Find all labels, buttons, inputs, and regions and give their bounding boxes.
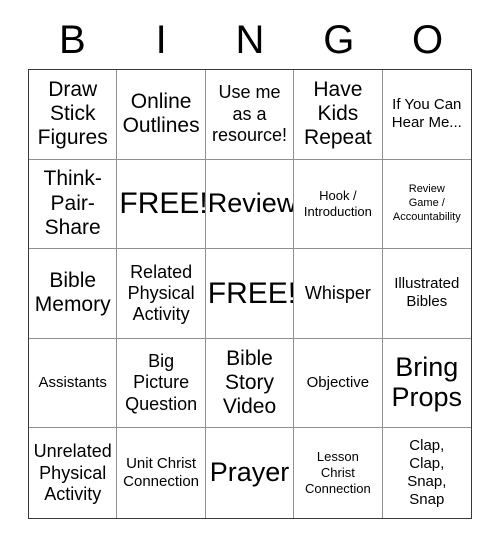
bingo-cell-r5c2[interactable]: Unit Christ Connection <box>117 428 206 518</box>
bingo-grid: Draw Stick Figures Online Outlines Use me … <box>28 69 472 519</box>
bingo-cell-r4c4[interactable]: Objective <box>294 338 383 429</box>
bingo-cell-label: Use me as a resource! <box>211 82 288 145</box>
bingo-cell-label: Review Game / Accountability <box>392 183 461 223</box>
bingo-cell-r5c3[interactable]: Prayer <box>205 428 295 518</box>
bingo-cell-r2c4[interactable]: Hook / Introduction <box>294 159 383 250</box>
bingo-cell-label: Review <box>207 188 295 219</box>
bingo-header: B I N G O <box>28 14 472 66</box>
bingo-cell-r3c5[interactable]: Illustrated Bibles <box>382 249 471 339</box>
bingo-cell-r1c1[interactable]: Draw Stick Figures <box>29 70 118 160</box>
bingo-cell-r5c5[interactable]: Clap, Clap, Snap, Snap <box>382 428 471 518</box>
bingo-header-letter-g: G <box>323 18 355 62</box>
bingo-cell-label: Bible Memory <box>34 269 111 317</box>
bingo-cell-r2c3[interactable]: Review <box>205 159 295 250</box>
bingo-cell-r4c2[interactable]: Big Picture Question <box>117 338 206 429</box>
bingo-cell-label: Bring Props <box>391 352 463 413</box>
bingo-cell-r2c2[interactable]: FREE! <box>117 159 206 250</box>
bingo-cell-label: Assistants <box>38 374 107 392</box>
bingo-cell-label: Online Outlines <box>122 89 200 138</box>
bingo-cell-r1c3[interactable]: Use me as a resource! <box>205 70 295 160</box>
bingo-cell-r2c5[interactable]: Review Game / Accountability <box>382 159 471 250</box>
bingo-cell-label: Big Picture Question <box>125 351 198 414</box>
bingo-cell-label: Think- Pair- Share <box>43 167 102 240</box>
bingo-cell-label: Objective <box>306 374 370 392</box>
bingo-cell-label: Related Physical Activity <box>127 261 195 325</box>
bingo-cell-label: Hook / Introduction <box>303 188 372 219</box>
bingo-cell-label: Illustrated Bibles <box>394 275 460 311</box>
bingo-cell-label: Draw Stick Figures <box>37 77 108 150</box>
bingo-cell-r3c2[interactable]: Related Physical Activity <box>117 249 206 339</box>
bingo-cell-r1c5[interactable]: If You Can Hear Me... <box>382 70 471 160</box>
bingo-cell-label: Unrelated Physical Activity <box>33 441 112 504</box>
bingo-cell-r5c4[interactable]: Lesson Christ Connection <box>294 428 383 518</box>
bingo-cell-r4c1[interactable]: Assistants <box>29 338 118 429</box>
bingo-header-letter-n: N <box>235 18 265 62</box>
bingo-cell-label: Clap, Clap, Snap, Snap <box>407 437 447 509</box>
bingo-cell-label: Unit Christ Connection <box>123 455 200 491</box>
bingo-cell-label: Have Kids Repeat <box>304 77 372 150</box>
bingo-cell-r5c1[interactable]: Unrelated Physical Activity <box>29 428 118 518</box>
bingo-cell-r3c3[interactable]: FREE! <box>205 249 295 339</box>
bingo-cell-r4c3[interactable]: Bible Story Video <box>205 338 295 429</box>
bingo-cell-r3c1[interactable]: Bible Memory <box>29 249 118 339</box>
bingo-cell-r2c1[interactable]: Think- Pair- Share <box>29 159 118 250</box>
bingo-cell-r1c4[interactable]: Have Kids Repeat <box>294 70 383 160</box>
bingo-cell-label: Prayer <box>209 457 290 488</box>
bingo-header-letter-i: I <box>155 18 167 62</box>
bingo-cell-r1c2[interactable]: Online Outlines <box>117 70 206 160</box>
bingo-cell-label: FREE! <box>119 186 206 220</box>
bingo-cell-label: FREE! <box>207 276 295 310</box>
bingo-card: B I N G O Draw Stick Figures Online Outli… <box>0 0 500 544</box>
bingo-header-letter-b: B <box>59 18 86 62</box>
bingo-cell-label: Lesson Christ Connection <box>305 449 371 497</box>
bingo-cell-label: Whisper <box>304 282 371 303</box>
bingo-header-letter-o: O <box>412 18 444 62</box>
bingo-cell-label: If You Can Hear Me... <box>391 96 462 132</box>
bingo-cell-label: Bible Story Video <box>222 346 277 419</box>
bingo-cell-r4c5[interactable]: Bring Props <box>382 338 471 429</box>
bingo-cell-r3c4[interactable]: Whisper <box>294 249 383 339</box>
